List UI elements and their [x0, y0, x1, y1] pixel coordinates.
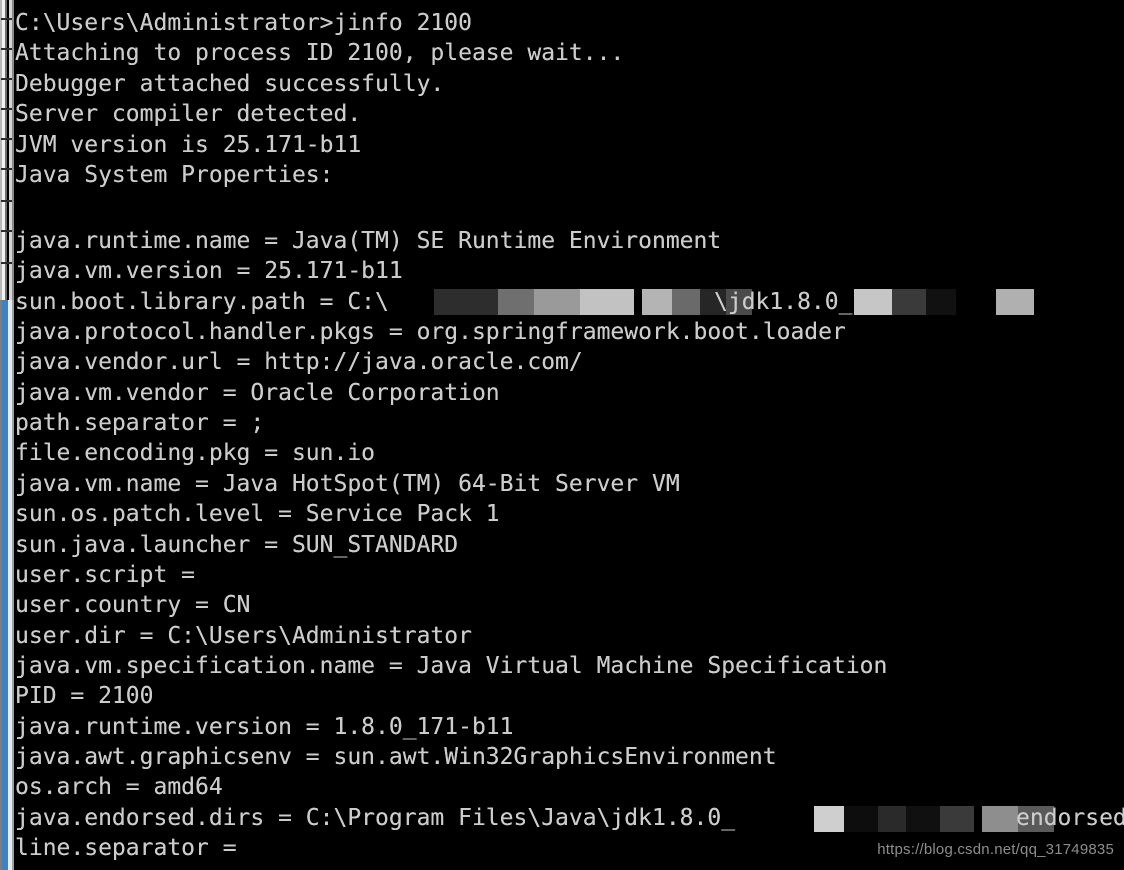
console-line: user.script = [15, 562, 196, 588]
console-line: java.awt.graphicsenv = sun.awt.Win32Grap… [15, 744, 777, 770]
console-line: path.separator = ; [15, 410, 265, 436]
console-line: java.vendor.url = http://java.oracle.com… [15, 349, 583, 375]
mosaic-redaction-endorsed-dirs-a [814, 806, 974, 832]
console-line: JVM version is 25.171-b11 [15, 132, 362, 158]
console-line-redacted-endorsed-dirs: java.endorsed.dirs = C:\Program Files\Ja… [15, 805, 736, 831]
console-line: sun.os.patch.level = Service Pack 1 [15, 501, 500, 527]
console-line: Server compiler detected. [15, 101, 362, 127]
console-line-endorsed-visible-fragment: endorsed [1016, 805, 1124, 831]
mosaic-redaction-boot-library-path-c [854, 289, 1034, 315]
console-line: java.vm.vendor = Oracle Corporation [15, 380, 500, 406]
csdn-watermark: https://blog.csdn.net/qq_31749835 [877, 841, 1114, 858]
console-line: java.vm.name = Java HotSpot(TM) 64-Bit S… [15, 471, 680, 497]
console-line: os.arch = amd64 [15, 774, 223, 800]
console-line: file.encoding.pkg = sun.io [15, 440, 376, 466]
console-line: java.protocol.handler.pkgs = org.springf… [15, 319, 846, 345]
console-line: java.vm.version = 25.171-b11 [15, 258, 403, 284]
console-line: PID = 2100 [15, 683, 154, 709]
console-line: java.runtime.version = 1.8.0_171-b11 [15, 714, 514, 740]
console-window-screenshot: C:\Users\Administrator>jinfo 2100 Attach… [0, 0, 1124, 870]
console-line: Debugger attached successfully. [15, 71, 445, 97]
background-windows-sliver [0, 0, 14, 870]
console-line: user.country = CN [15, 592, 251, 618]
console-line: java.vm.specification.name = Java Virtua… [15, 653, 888, 679]
background-window-frame-top [0, 0, 14, 300]
console-line: user.dir = C:\Users\Administrator [15, 623, 472, 649]
console-line: Java System Properties: [15, 162, 334, 188]
console-line: java.runtime.name = Java(TM) SE Runtime … [15, 228, 722, 254]
console-line-redacted-boot-library-path: sun.boot.library.path = C:\ [15, 289, 389, 315]
console-line: C:\Users\Administrator>jinfo 2100 [15, 10, 472, 36]
console-line: sun.java.launcher = SUN_STANDARD [15, 532, 459, 558]
mosaic-redaction-boot-library-path-a [434, 289, 634, 315]
console-line: Attaching to process ID 2100, please wai… [15, 40, 625, 66]
console-text-area[interactable]: C:\Users\Administrator>jinfo 2100 Attach… [14, 0, 1124, 870]
console-line: line.separator = [15, 835, 237, 861]
background-window-frame-bottom [0, 300, 14, 870]
